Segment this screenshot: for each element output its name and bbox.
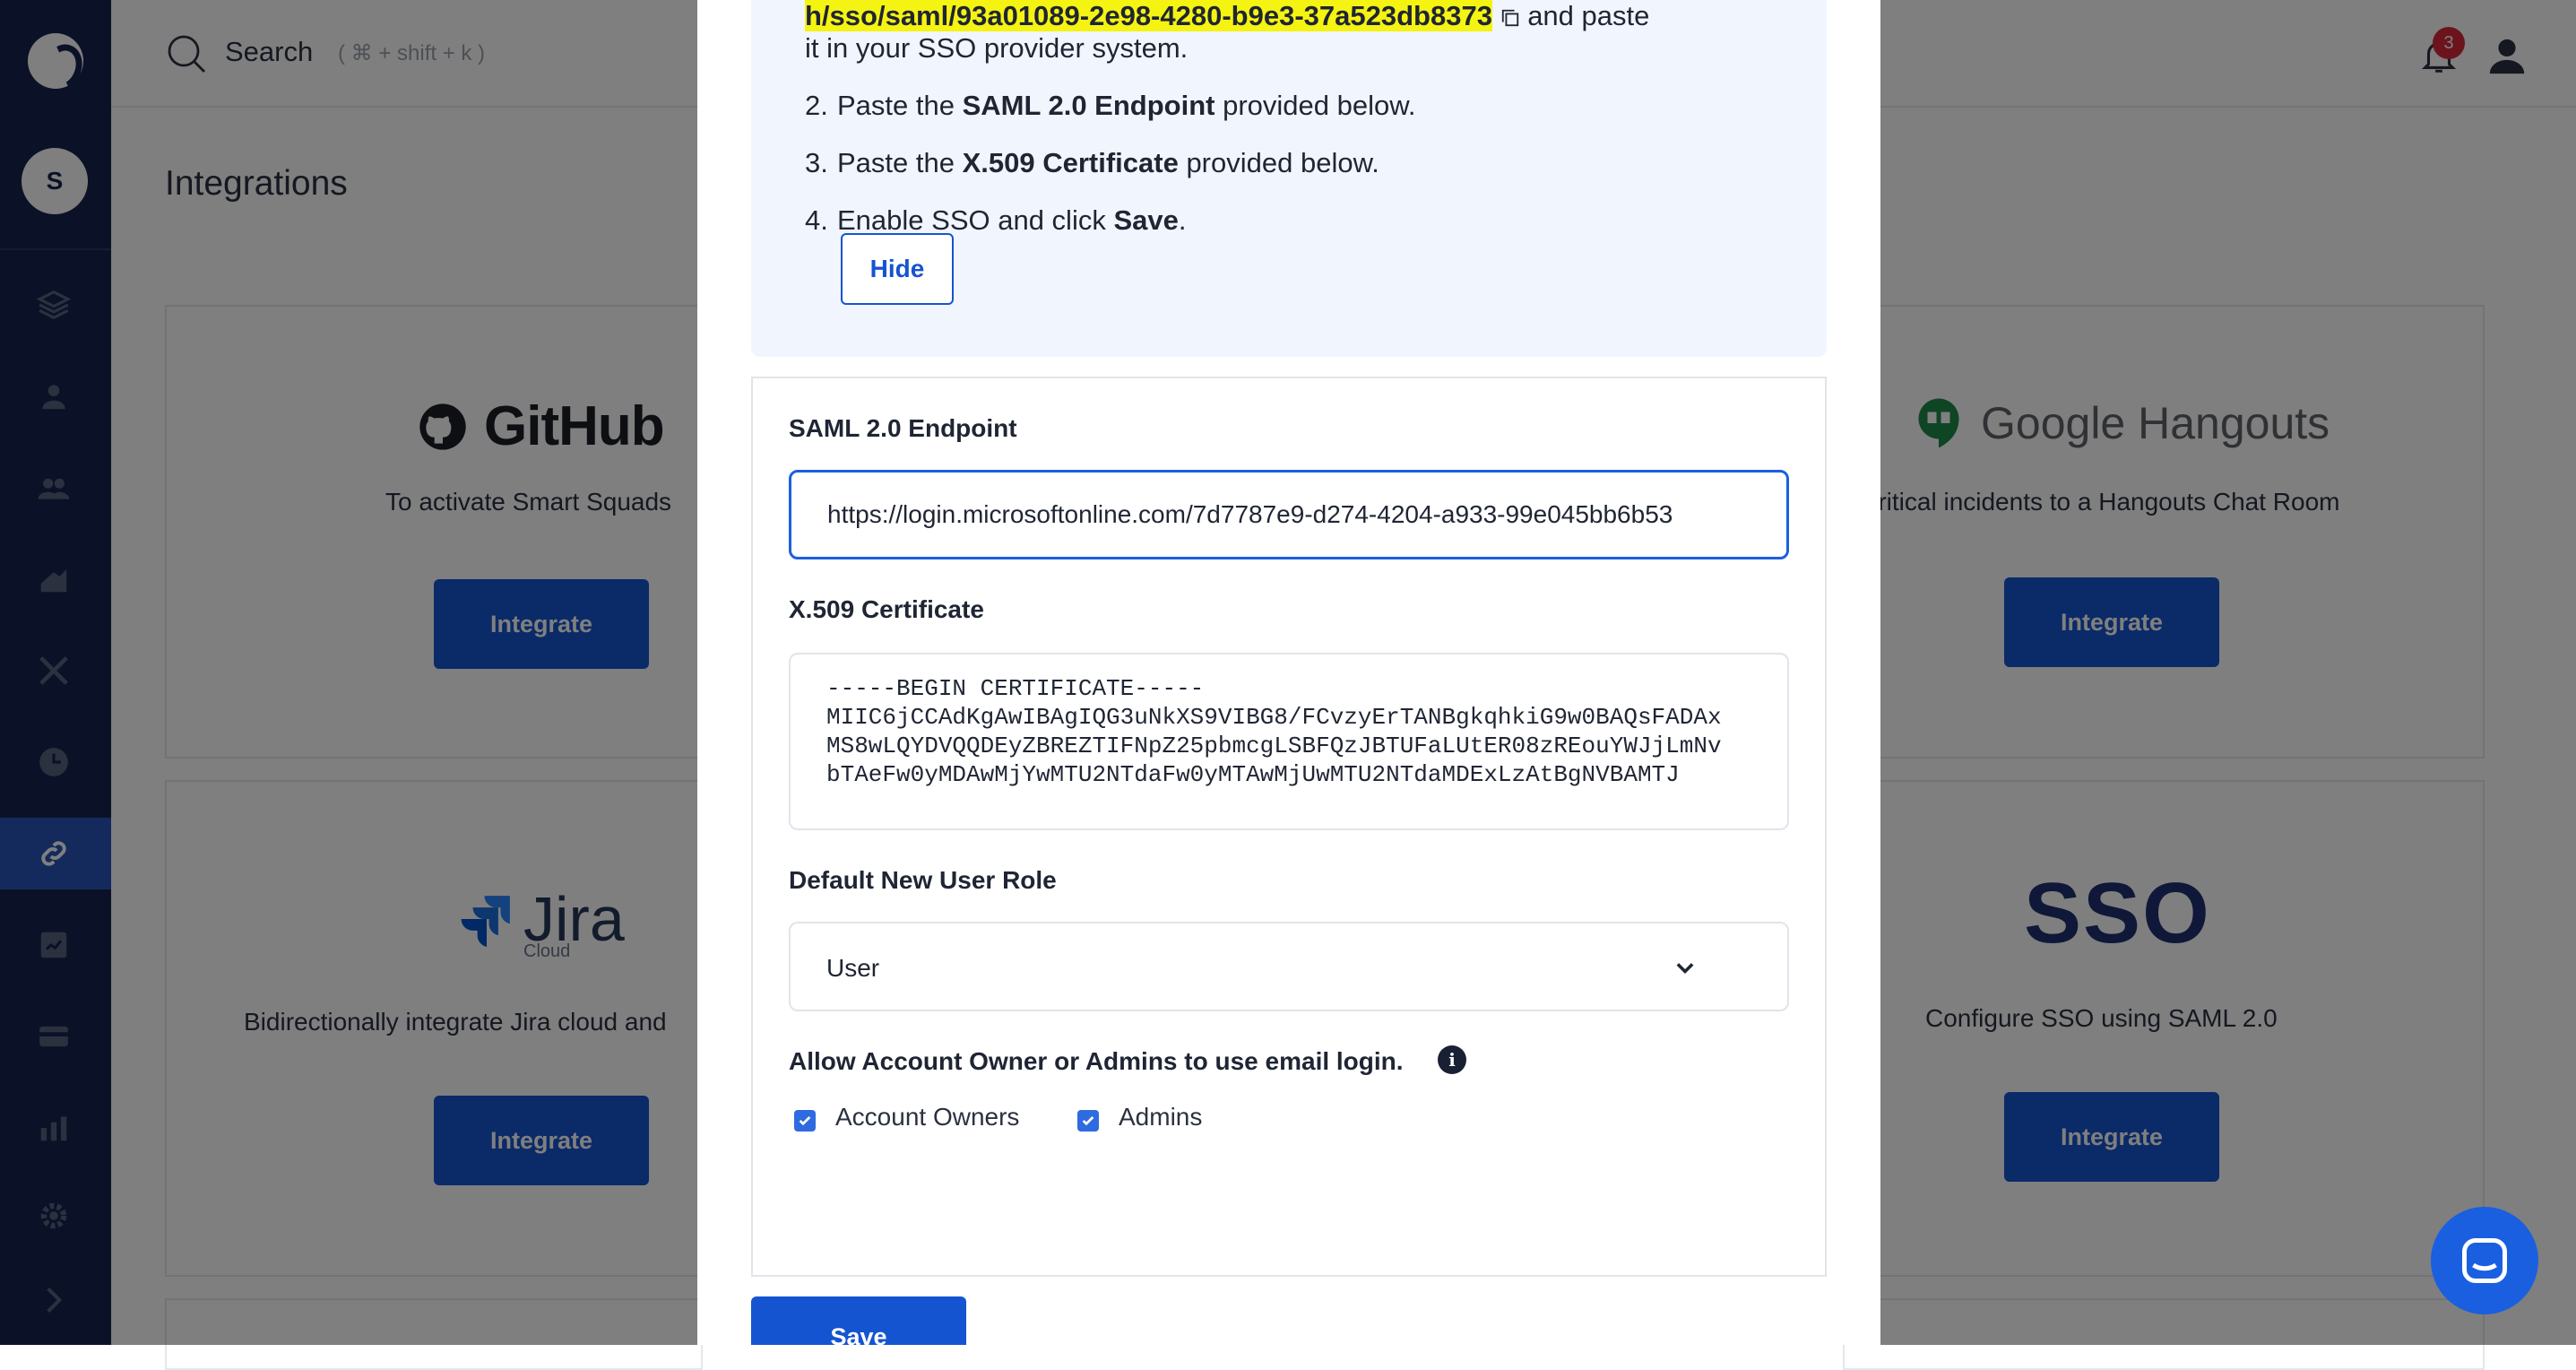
hide-instructions-button[interactable]: Hide [841,233,954,305]
step-2-tail: provided below. [1215,90,1416,121]
step-1: h/sso/saml/93a01089-2e98-4280-b9e3-37a52… [805,0,1649,34]
step-1-text: and paste [1527,0,1650,31]
step-2: 2. Paste the SAML 2.0 Endpoint provided b… [805,88,1416,124]
email-login-label: Allow Account Owner or Admins to use ema… [789,1047,1404,1075]
step-4-text: Enable SSO and click [837,204,1114,236]
default-role-value: User [826,954,880,982]
account-owners-checkbox[interactable] [794,1110,816,1132]
chevron-down-icon [1676,963,1694,974]
step-1-line-2: it in your SSO provider system. [805,32,1189,64]
sso-form: SAML 2.0 Endpoint X.509 Certificate ----… [751,377,1827,1277]
step-4-tail: . [1178,204,1187,236]
chat-launcher-button[interactable] [2431,1207,2538,1314]
default-role-label: Default New User Role [789,866,1057,894]
saml-endpoint-label: SAML 2.0 Endpoint [789,414,1017,442]
info-icon[interactable]: i [1438,1045,1466,1074]
chat-icon [2462,1238,2507,1283]
step-number: 2. [805,90,828,121]
step-4-emphasis: Save [1113,204,1179,236]
step-2-emphasis: SAML 2.0 Endpoint [962,90,1215,121]
check-icon [1082,1116,1094,1126]
default-role-select[interactable]: User [789,922,1789,1011]
step-number: 3. [805,147,828,178]
instructions-panel: h/sso/saml/93a01089-2e98-4280-b9e3-37a52… [751,0,1827,357]
sso-config-modal: h/sso/saml/93a01089-2e98-4280-b9e3-37a52… [697,0,1880,1345]
certificate-textarea[interactable]: -----BEGIN CERTIFICATE----- MIIC6jCCAdKg… [789,653,1789,830]
acs-url: h/sso/saml/93a01089-2e98-4280-b9e3-37a52… [805,0,1492,31]
account-owners-label[interactable]: Account Owners [835,1103,1019,1132]
certificate-label: X.509 Certificate [789,595,984,623]
saml-endpoint-input[interactable] [789,470,1789,559]
step-2-text: Paste the [837,90,963,121]
step-3: 3. Paste the X.509 Certificate provided b… [805,145,1379,181]
step-3-text: Paste the [837,147,963,178]
step-3-emphasis: X.509 Certificate [962,147,1179,178]
admins-label[interactable]: Admins [1119,1103,1202,1132]
step-number: 4. [805,204,828,236]
check-icon [799,1116,811,1126]
step-3-tail: provided below. [1178,147,1379,178]
copy-icon[interactable] [1500,8,1520,28]
admins-checkbox[interactable] [1077,1110,1099,1132]
save-button[interactable]: Save [751,1296,966,1345]
